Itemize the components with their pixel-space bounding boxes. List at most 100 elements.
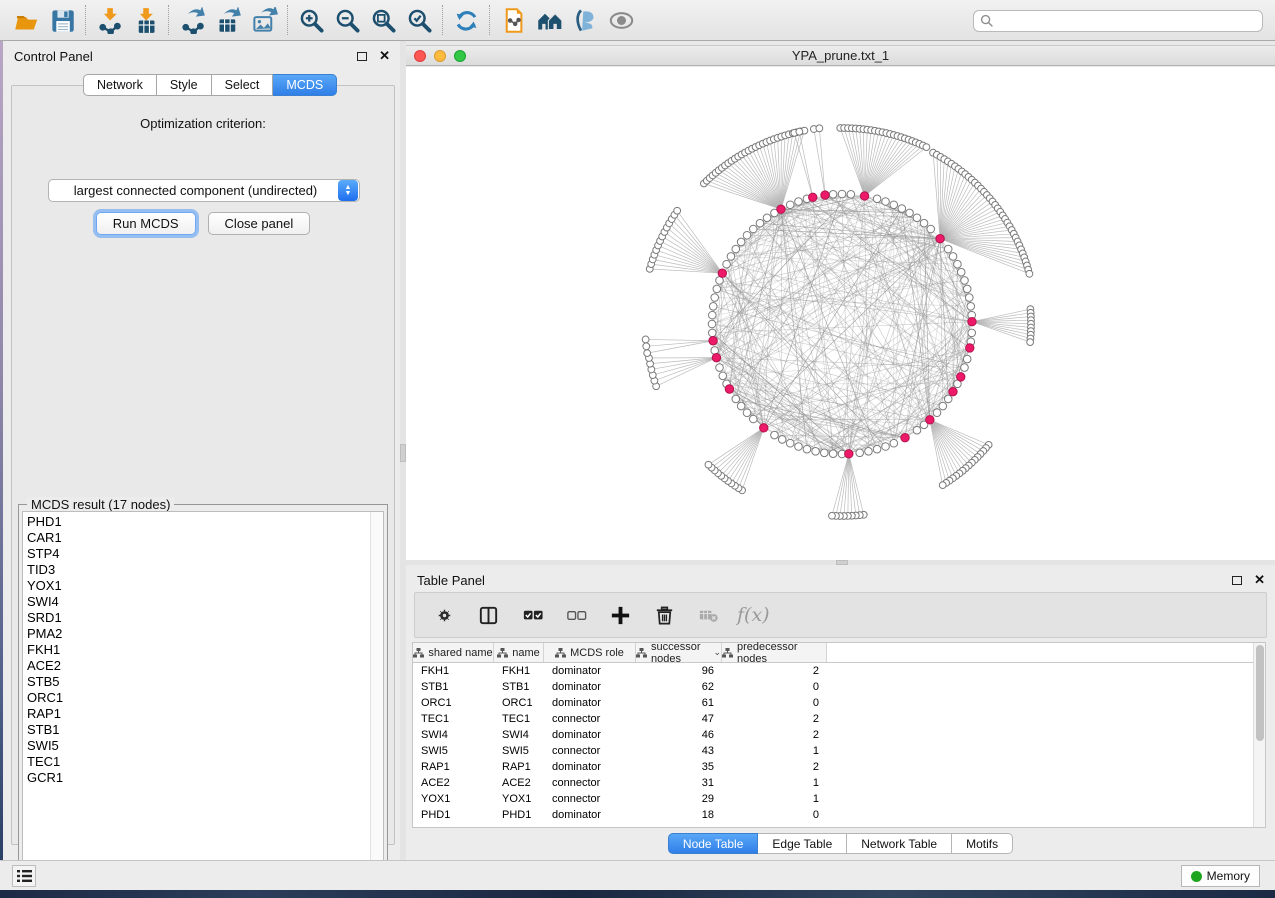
memory-button[interactable]: Memory [1181,865,1260,887]
network-node[interactable] [711,294,719,302]
network-node[interactable] [732,245,740,253]
optimization-criterion-dropdown[interactable]: largest connected component (undirected)… [48,179,360,202]
network-node[interactable] [727,253,735,261]
export-table-button[interactable] [210,3,246,37]
tab-style[interactable]: Style [157,74,212,96]
mcds-result-item[interactable]: FKH1 [27,642,383,658]
network-node[interactable] [873,195,881,203]
mcds-hub-node[interactable] [725,385,733,393]
tab-network-table[interactable]: Network Table [847,833,952,854]
mcds-result-item[interactable]: SWI5 [27,738,383,754]
network-node[interactable] [923,144,930,151]
show-columns-button[interactable] [473,599,503,631]
network-node[interactable] [873,445,881,453]
network-node[interactable] [732,395,740,403]
table-row[interactable]: YOX1YOX1connector291 [413,791,1265,807]
import-network-button[interactable] [91,3,127,37]
network-node[interactable] [709,311,717,319]
graphics-details-button[interactable] [567,3,603,37]
mcds-result-item[interactable]: CAR1 [27,530,383,546]
mcds-result-item[interactable]: SRD1 [27,610,383,626]
zoom-selected-button[interactable] [401,3,437,37]
network-node[interactable] [920,219,928,227]
zoom-fit-button[interactable] [365,3,401,37]
close-panel-button[interactable]: Close panel [208,212,311,235]
network-node[interactable] [716,364,724,372]
mcds-result-item[interactable]: TEC1 [27,754,383,770]
mcds-result-item[interactable]: GCR1 [27,770,383,786]
network-node[interactable] [890,201,898,209]
run-mcds-button[interactable]: Run MCDS [96,212,196,235]
mcds-result-item[interactable]: SWI4 [27,594,383,610]
mcds-result-item[interactable]: STB1 [27,722,383,738]
show-hide-button[interactable] [603,3,639,37]
open-button[interactable] [8,3,44,37]
network-node[interactable] [709,329,717,337]
tab-motifs[interactable]: Motifs [952,833,1013,854]
export-image-button[interactable] [246,3,282,37]
zoom-out-button[interactable] [329,3,365,37]
mcds-hub-node[interactable] [957,373,965,381]
mcds-hub-node[interactable] [809,193,817,201]
network-node[interactable] [763,214,771,222]
network-node[interactable] [820,449,828,457]
network-node[interactable] [949,253,957,261]
network-node[interactable] [882,443,890,451]
search-box[interactable] [973,10,1263,32]
mcds-hub-node[interactable] [901,434,909,442]
tab-mcds[interactable]: MCDS [273,74,337,96]
network-view[interactable] [406,67,1275,560]
network-node[interactable] [709,302,717,310]
mcds-list-scrollbar[interactable] [370,512,383,873]
table-row[interactable]: RAP1RAP1dominator352 [413,759,1265,775]
function-builder-icon[interactable]: f(x) [737,604,770,626]
float-window-icon[interactable] [357,52,367,61]
network-node[interactable] [944,245,952,253]
table-row[interactable]: FKH1FKH1dominator962 [413,663,1265,679]
mcds-result-item[interactable]: ACE2 [27,658,383,674]
mcds-hub-node[interactable] [712,353,720,361]
network-node[interactable] [674,207,681,214]
mcds-result-item[interactable]: ORC1 [27,690,383,706]
network-node[interactable] [723,260,731,268]
table-settings-button[interactable] [429,599,459,631]
mcds-hub-node[interactable] [760,424,768,432]
select-all-columns-button[interactable] [517,599,547,631]
mcds-hub-node[interactable] [949,388,957,396]
refresh-button[interactable] [448,3,484,37]
network-node[interactable] [1027,339,1034,346]
mcds-hub-node[interactable] [821,191,829,199]
search-input[interactable] [994,12,1262,30]
table-row[interactable]: PHD1PHD1dominator180 [413,807,1265,823]
column-header-MCDS-role[interactable]: MCDS role [544,643,636,662]
tab-select[interactable]: Select [212,74,274,96]
table-scrollbar[interactable] [1253,643,1265,827]
network-node[interactable] [743,231,751,239]
import-table-button[interactable] [127,3,163,37]
network-node[interactable] [737,238,745,246]
network-node[interactable] [913,426,921,434]
column-header-predecessor-nodes[interactable]: predecessor nodes [722,643,827,662]
scrollbar-thumb[interactable] [1256,645,1264,741]
network-node[interactable] [643,343,650,350]
network-node[interactable] [933,409,941,417]
network-node[interactable] [796,128,803,135]
table-row[interactable]: STB1STB1dominator620 [413,679,1265,695]
network-node[interactable] [967,302,975,310]
network-node[interactable] [968,329,976,337]
network-node[interactable] [644,350,651,357]
mcds-hub-node[interactable] [936,235,944,243]
network-node[interactable] [749,225,757,233]
save-button[interactable] [44,3,80,37]
network-node[interactable] [838,190,846,198]
network-node[interactable] [882,198,890,206]
network-node[interactable] [708,320,716,328]
column-header-name[interactable]: name [494,643,544,662]
column-header-successor-nodes[interactable]: successor nodes⌄ [636,643,722,662]
unselect-all-columns-button[interactable] [561,599,591,631]
tab-edge-table[interactable]: Edge Table [758,833,847,854]
table-row[interactable]: ACE2ACE2connector311 [413,775,1265,791]
add-column-button[interactable] [605,599,635,631]
zoom-in-button[interactable] [293,3,329,37]
network-node[interactable] [865,447,873,455]
